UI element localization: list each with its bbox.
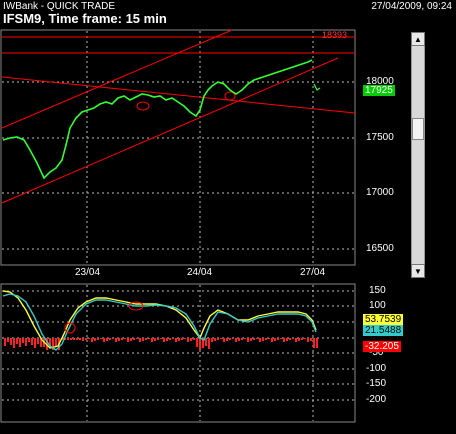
vertical-scrollbar[interactable] [411, 32, 425, 278]
osc-value-yellow: 53.7539 [363, 314, 404, 325]
y-tick-osc: 150 [369, 285, 386, 296]
last-price-badge: 17925 [363, 85, 395, 96]
osc-value-cyan: 21.5488 [363, 325, 404, 336]
x-tick-date: 27/04 [300, 267, 326, 278]
y-tick-price: 17000 [366, 187, 394, 198]
scroll-thumb[interactable] [412, 118, 424, 140]
scroll-up-button[interactable]: ▲ [411, 32, 425, 46]
y-tick-osc: -150 [366, 378, 387, 389]
y-tick-price: 16500 [366, 243, 394, 254]
y-tick-osc: 100 [369, 300, 386, 311]
osc-value-red: -32.205 [363, 341, 401, 352]
scroll-down-button[interactable]: ▼ [411, 264, 425, 278]
top-level-label: 18393 [322, 30, 348, 40]
chart-canvas [0, 29, 356, 423]
y-tick-price: 17500 [366, 132, 394, 143]
x-tick-date: 23/04 [75, 267, 101, 278]
y-tick-osc: -200 [366, 394, 387, 405]
y-tick-osc: -100 [366, 363, 387, 374]
triangle-up-icon: ▲ [414, 34, 422, 44]
triangle-down-icon: ▼ [414, 266, 422, 276]
x-tick-date: 24/04 [187, 267, 213, 278]
price-panel-frame [0, 29, 356, 266]
